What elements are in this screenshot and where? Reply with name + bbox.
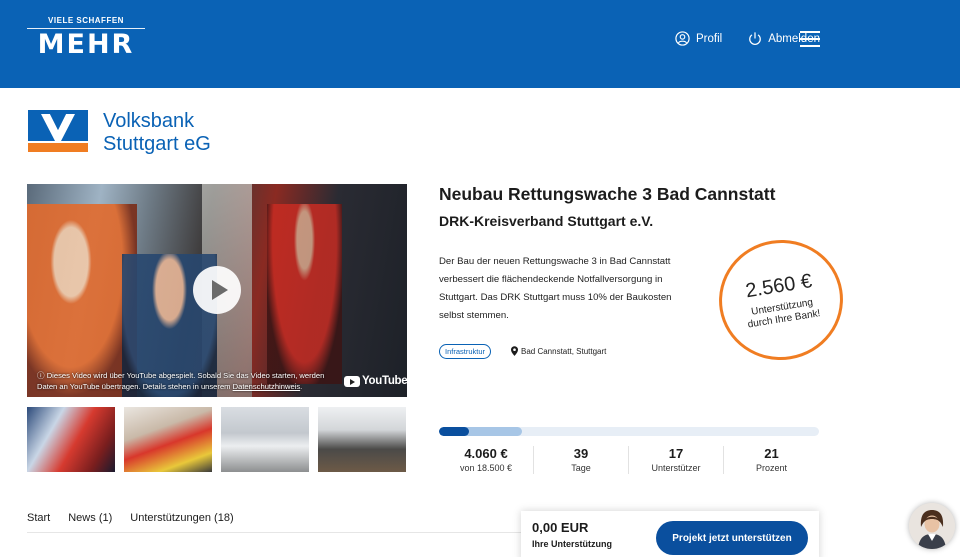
bank-logo[interactable]: Volksbank Stuttgart eG	[28, 110, 211, 156]
top-header: VIELE SCHAFFEN MEHR Profil Abmelden	[0, 0, 960, 88]
tab-start[interactable]: Start	[27, 512, 50, 524]
user-icon	[675, 31, 690, 46]
support-amount: 0,00 EUR	[532, 520, 589, 535]
volksbank-mark-icon	[28, 110, 88, 152]
thumbnail-1[interactable]	[27, 407, 115, 472]
stat-days: 39 Tage	[534, 446, 629, 474]
chat-assistant-avatar[interactable]	[909, 503, 955, 549]
thumbnail-3[interactable]	[221, 407, 309, 472]
tab-unterstuetzungen[interactable]: Unterstützungen (18)	[130, 512, 233, 524]
tab-news[interactable]: News (1)	[68, 512, 112, 524]
location-text: Bad Cannstatt, Stuttgart	[521, 346, 607, 356]
nav-profil[interactable]: Profil	[675, 31, 722, 46]
funding-stats: 4.060 € von 18.500 € 39 Tage 17 Unterstü…	[439, 446, 819, 474]
stat-percent-value: 21	[764, 446, 779, 461]
thumbnail-4[interactable]	[318, 407, 406, 472]
brand-divider	[27, 28, 145, 29]
tab-unterstuetzungen-count: (18)	[214, 512, 234, 524]
project-description: Der Bau der neuen Rettungswache 3 in Bad…	[439, 256, 672, 321]
stat-days-label: Tage	[571, 463, 591, 473]
support-panel: 0,00 EUR Ihre Unterstützung Projekt jetz…	[521, 511, 819, 557]
media-thumbnails	[27, 407, 406, 472]
nav-profil-label: Profil	[696, 32, 723, 45]
funding-progress-bar	[439, 427, 819, 436]
stat-percent-label: Prozent	[755, 463, 788, 473]
video-notice-end: .	[300, 381, 303, 391]
funding-progress-fill	[439, 427, 469, 436]
support-project-button[interactable]: Projekt jetzt unterstützen	[656, 521, 808, 555]
tab-news-label: News	[68, 512, 96, 524]
youtube-play-icon	[344, 375, 360, 387]
youtube-wordmark: YouTube	[362, 375, 407, 387]
bank-support-badge: 2.560 € Unterstützung durch Ihre Bank!	[710, 231, 852, 369]
project-tabs: Start News (1) Unterstützungen (18)	[27, 512, 234, 524]
video-scene-paramedic	[27, 204, 137, 397]
stat-supporters: 17 Unterstützer	[629, 446, 724, 474]
stat-days-value: 39	[573, 446, 589, 461]
category-tag[interactable]: Infrastruktur	[439, 344, 492, 359]
bank-name-line2: Stuttgart eG	[103, 133, 211, 155]
video-scene-rescuer	[267, 204, 342, 384]
support-label: Ihre Unterstützung	[532, 539, 612, 549]
project-title: Neubau Rettungswache 3 Bad Cannstatt	[439, 184, 776, 204]
brand-tagline: VIELE SCHAFFEN	[48, 16, 124, 25]
location-pin-icon	[511, 346, 518, 356]
bank-name-line1: Volksbank	[103, 110, 195, 132]
stat-supporters-label: Unterstützer	[651, 463, 701, 473]
video-privacy-notice: ⓘ Dieses Video wird über YouTube abgespi…	[37, 371, 337, 392]
assistant-avatar-icon	[909, 503, 955, 549]
project-video[interactable]: ⓘ Dieses Video wird über YouTube abgespi…	[27, 184, 407, 397]
project-location: Bad Cannstatt, Stuttgart	[511, 346, 606, 356]
youtube-logo[interactable]: YouTube	[344, 375, 407, 387]
thumbnail-2[interactable]	[124, 407, 212, 472]
tab-unterstuetzungen-label: Unterstützungen	[130, 512, 211, 524]
brand-wordmark: MEHR	[27, 31, 145, 58]
tab-start-label: Start	[27, 512, 51, 524]
stat-raised-label: von 18.500 €	[459, 463, 513, 473]
header-nav: Profil Abmelden	[675, 31, 820, 46]
datenschutz-link[interactable]: Datenschutzhinweis	[233, 382, 301, 391]
stat-supporters-value: 17	[668, 446, 684, 461]
tabs-divider	[27, 532, 522, 533]
play-button[interactable]	[193, 266, 241, 314]
stat-raised: 4.060 € von 18.500 €	[439, 446, 534, 474]
stat-percent: 21 Prozent	[724, 446, 819, 474]
stat-raised-value: 4.060 €	[464, 446, 508, 461]
power-icon	[749, 32, 762, 45]
tab-news-count: (1)	[98, 512, 113, 524]
hamburger-menu-icon[interactable]	[800, 31, 820, 48]
viele-schaffen-mehr-logo[interactable]: VIELE SCHAFFEN MEHR	[27, 16, 147, 58]
bank-name: Volksbank Stuttgart eG	[103, 110, 211, 156]
project-organization: DRK-Kreisverband Stuttgart e.V.	[439, 213, 654, 229]
